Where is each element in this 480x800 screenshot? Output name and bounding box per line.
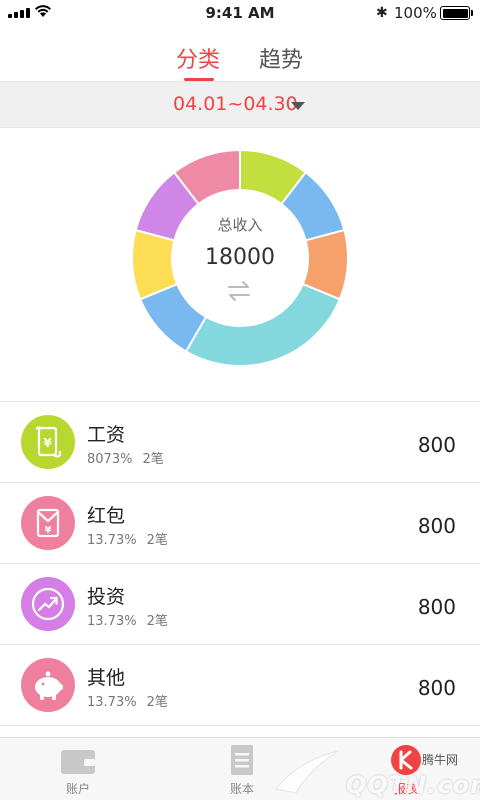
nav-book[interactable]: 账本: [182, 738, 302, 800]
bottom-nav: 账户 账本 报表: [0, 737, 480, 800]
battery-percent: 100%: [394, 4, 437, 22]
piggy-bank-icon: [21, 658, 75, 712]
item-meta: 13.73% 2笔: [87, 695, 168, 710]
battery-icon: [440, 6, 470, 20]
date-range-text: 04.01~04.30: [173, 93, 298, 115]
tab-trend[interactable]: 趋势: [259, 42, 303, 74]
tab-category[interactable]: 分类: [176, 42, 220, 74]
nav-account[interactable]: 账户: [18, 738, 138, 800]
item-name: 投资: [87, 586, 126, 608]
item-name: 其他: [87, 667, 126, 689]
tab-underline: [184, 78, 214, 81]
wallet-icon: [61, 750, 95, 774]
scroll-yen-icon: ¥: [21, 415, 75, 469]
list-item-red-envelope[interactable]: ¥ 红包 13.73% 2笔 800: [0, 483, 480, 564]
list-item-other[interactable]: 其他 13.73% 2笔 800: [0, 645, 480, 726]
ledger-icon: [231, 745, 253, 775]
status-bar: 9:41 AM ✱ 100%: [0, 0, 480, 26]
total-label: 总收入: [217, 216, 263, 234]
svg-text:¥: ¥: [43, 436, 52, 450]
nav-book-label: 账本: [229, 782, 254, 796]
caret-down-icon: [291, 102, 305, 110]
list-item-salary[interactable]: ¥ 工资 8073% 2笔 800: [0, 402, 480, 483]
list-item-investment[interactable]: 投资 13.73% 2笔 800: [0, 564, 480, 645]
report-icon: [391, 745, 421, 775]
donut-chart-area: 总收入 18000: [0, 128, 480, 402]
item-amount: 800: [417, 514, 456, 538]
trend-up-icon: [21, 577, 75, 631]
category-list: ¥ 工资 8073% 2笔 800 ¥ 红包 13.73% 2笔 800 投资 13…: [0, 402, 480, 726]
nav-account-label: 账户: [65, 782, 90, 796]
tab-bar: 分类 趋势: [0, 36, 480, 82]
svg-text:¥: ¥: [45, 525, 52, 536]
item-meta: 8073% 2笔: [87, 452, 164, 467]
item-amount: 800: [417, 433, 456, 457]
item-meta: 13.73% 2笔: [87, 533, 168, 548]
nav-report-label: 报表: [393, 782, 418, 796]
item-name: 红包: [87, 505, 126, 527]
red-envelope-icon: ¥: [21, 496, 75, 550]
item-amount: 800: [417, 676, 456, 700]
donut-slice-3: [184, 282, 342, 367]
bluetooth-icon: ✱: [376, 5, 388, 21]
nav-report[interactable]: 报表: [346, 738, 466, 800]
item-meta: 13.73% 2笔: [87, 614, 168, 629]
total-amount: 18000: [205, 245, 275, 270]
swap-icon[interactable]: [226, 280, 252, 302]
item-name: 工资: [87, 424, 126, 446]
item-amount: 800: [417, 595, 456, 619]
date-range-selector[interactable]: 04.01~04.30: [0, 82, 480, 128]
